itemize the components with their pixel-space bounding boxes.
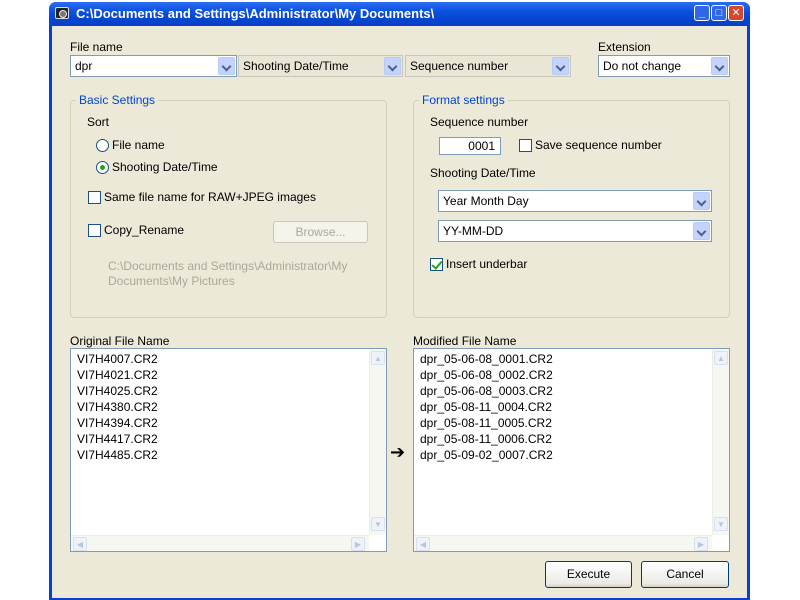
sort-shooting-date-label[interactable]: Shooting Date/Time [112,160,218,174]
list-item[interactable]: dpr_05-08-11_0006.CR2 [420,431,553,447]
window-title: C:\Documents and Settings\Administrator\… [76,6,435,21]
date-format-combo[interactable]: YY-MM-DD [438,220,712,242]
cancel-button[interactable]: Cancel [641,561,729,588]
file-name-part2-value: Shooting Date/Time [243,59,349,73]
list-item[interactable]: VI7H4485.CR2 [77,447,158,463]
list-item[interactable]: dpr_05-06-08_0003.CR2 [420,383,553,399]
sort-shooting-date-radio[interactable] [96,161,109,174]
chevron-down-icon[interactable] [693,222,710,240]
list-item[interactable]: VI7H4025.CR2 [77,383,158,399]
modified-list-items: dpr_05-06-08_0001.CR2 dpr_05-06-08_0002.… [420,351,553,463]
scroll-left-icon[interactable]: ◀ [416,537,430,551]
extension-label: Extension [598,40,651,54]
chevron-down-icon[interactable] [552,57,569,75]
file-name-part3-value: Sequence number [410,59,509,73]
original-file-name-label: Original File Name [70,334,170,348]
sort-label: Sort [87,115,110,129]
same-name-label[interactable]: Same file name for RAW+JPEG images [104,190,316,204]
list-item[interactable]: VI7H4394.CR2 [77,415,158,431]
original-file-list[interactable]: VI7H4007.CR2 VI7H4021.CR2 VI7H4025.CR2 V… [70,348,387,552]
insert-underbar-label[interactable]: Insert underbar [446,257,527,271]
chevron-down-icon[interactable] [384,57,401,75]
sort-file-name-label[interactable]: File name [112,138,165,152]
basic-settings-title: Basic Settings [76,93,159,107]
list-item[interactable]: VI7H4380.CR2 [77,399,158,415]
file-name-label: File name [70,40,123,54]
original-list-items: VI7H4007.CR2 VI7H4021.CR2 VI7H4025.CR2 V… [77,351,158,463]
scroll-up-icon[interactable]: ▲ [371,351,385,365]
sequence-number-label: Sequence number [430,115,529,129]
close-icon[interactable]: ✕ [728,5,744,21]
chevron-down-icon[interactable] [693,192,710,210]
scroll-down-icon[interactable]: ▼ [371,517,385,531]
file-name-part3-combo[interactable]: Sequence number [405,55,571,77]
list-item[interactable]: dpr_05-06-08_0002.CR2 [420,367,553,383]
list-item[interactable]: VI7H4007.CR2 [77,351,158,367]
list-item[interactable]: dpr_05-08-11_0004.CR2 [420,399,553,415]
scroll-up-icon[interactable]: ▲ [714,351,728,365]
shooting-date-label: Shooting Date/Time [430,166,536,180]
browse-button[interactable]: Browse... [273,221,368,243]
date-order-combo[interactable]: Year Month Day [438,190,712,212]
save-sequence-checkbox[interactable] [519,139,532,152]
scroll-left-icon[interactable]: ◀ [73,537,87,551]
insert-underbar-checkbox[interactable] [430,258,443,271]
camera-app-icon [55,7,69,19]
modified-file-name-label: Modified File Name [413,334,517,348]
same-name-checkbox[interactable] [88,191,101,204]
copy-rename-label[interactable]: Copy_Rename [104,223,184,237]
scroll-right-icon[interactable]: ▶ [694,537,708,551]
modified-file-list[interactable]: dpr_05-06-08_0001.CR2 dpr_05-06-08_0002.… [413,348,730,552]
list-item[interactable]: dpr_05-09-02_0007.CR2 [420,447,553,463]
chevron-down-icon[interactable] [218,57,235,75]
list-item[interactable]: dpr_05-06-08_0001.CR2 [420,351,553,367]
destination-path-line1: C:\Documents and Settings\Administrator\… [108,259,348,273]
arrow-right-icon: ➔ [390,442,406,462]
vertical-scrollbar[interactable]: ▲ ▼ [369,349,386,535]
extension-value: Do not change [603,59,682,73]
horizontal-scrollbar[interactable]: ◀ ▶ [71,535,369,551]
minimize-icon[interactable]: _ [694,5,710,21]
list-item[interactable]: VI7H4021.CR2 [77,367,158,383]
extension-combo[interactable]: Do not change [598,55,730,77]
file-name-value: dpr [75,59,93,73]
destination-path-line2: Documents\My Pictures [108,274,235,288]
scroll-down-icon[interactable]: ▼ [714,517,728,531]
execute-button[interactable]: Execute [545,561,632,588]
save-sequence-label[interactable]: Save sequence number [535,138,662,152]
maximize-icon[interactable]: □ [711,5,727,21]
vertical-scrollbar[interactable]: ▲ ▼ [712,349,729,535]
scroll-right-icon[interactable]: ▶ [351,537,365,551]
copy-rename-checkbox[interactable] [88,224,101,237]
sort-file-name-radio[interactable] [96,139,109,152]
chevron-down-icon[interactable] [711,57,728,75]
list-item[interactable]: VI7H4417.CR2 [77,431,158,447]
date-format-value: YY-MM-DD [443,224,504,238]
format-settings-title: Format settings [419,93,508,107]
horizontal-scrollbar[interactable]: ◀ ▶ [414,535,712,551]
date-order-value: Year Month Day [443,194,529,208]
file-name-combo[interactable]: dpr [70,55,237,77]
list-item[interactable]: dpr_05-08-11_0005.CR2 [420,415,553,431]
file-name-part2-combo[interactable]: Shooting Date/Time [238,55,403,77]
sequence-number-input[interactable]: 0001 [439,137,501,155]
